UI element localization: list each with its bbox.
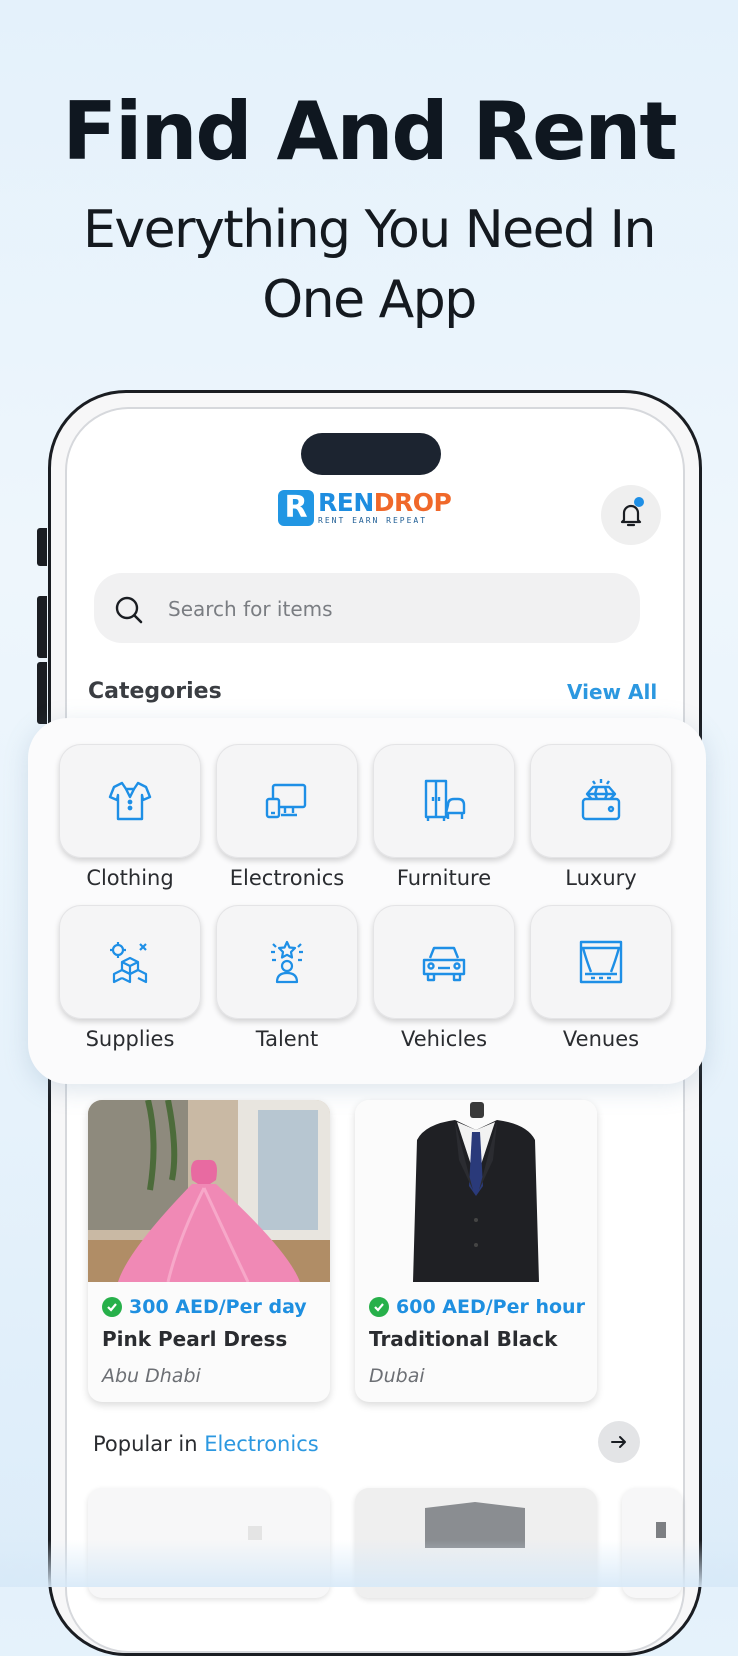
logo-mark: R <box>278 490 314 526</box>
dynamic-island <box>301 433 441 475</box>
category-tile[interactable] <box>216 744 358 858</box>
hero-subtitle: Everything You Need In One App <box>0 195 738 335</box>
hero-title: Find And Rent <box>62 85 677 178</box>
search-input[interactable]: Search for items <box>94 573 640 643</box>
category-label: Clothing <box>86 866 174 890</box>
listing-price: 600 AED/Per hour <box>369 1296 585 1318</box>
phone-volume-up-button <box>37 596 47 658</box>
search-icon <box>115 596 143 624</box>
verified-check-icon <box>369 1297 389 1317</box>
listing-price: 300 AED/Per day <box>102 1296 307 1318</box>
notifications-button[interactable] <box>601 485 661 545</box>
category-tile[interactable] <box>373 744 515 858</box>
listing-location: Abu Dhabi <box>102 1365 201 1387</box>
logo-name-part-a: REN <box>318 488 374 517</box>
listing-card[interactable]: 600 AED/Per hour Traditional Black Dubai <box>355 1100 597 1402</box>
popular-section-title: Popular in Electronics <box>93 1432 319 1456</box>
talent-icon <box>271 940 303 984</box>
app-logo: R RENDROP RENT EARN REPEAT <box>278 488 452 530</box>
arrow-right-icon <box>611 1436 626 1448</box>
hero-subtitle-line-2: One App <box>262 270 477 330</box>
logo-text: RENDROP RENT EARN REPEAT <box>318 488 452 526</box>
notification-dot <box>634 497 644 507</box>
category-tile[interactable] <box>530 744 672 858</box>
devices-icon <box>265 783 307 819</box>
diamond-icon <box>581 779 621 821</box>
popular-prefix: Popular in <box>93 1432 205 1456</box>
listing-image-pink-dress <box>88 1100 330 1282</box>
category-clothing[interactable]: Clothing <box>59 744 201 890</box>
category-electronics[interactable]: Electronics <box>216 744 358 890</box>
view-all-link[interactable]: View All <box>567 680 657 704</box>
bottom-fade <box>0 1540 738 1587</box>
phone-volume-down-button <box>37 662 47 724</box>
stage-icon <box>579 940 623 984</box>
popular-see-more-button[interactable] <box>598 1421 640 1463</box>
listing-price-text: 300 AED/Per day <box>129 1296 307 1318</box>
category-label: Furniture <box>396 866 492 890</box>
listing-image-black-suit <box>355 1100 597 1282</box>
hero-subtitle-line-1: Everything You Need In <box>83 200 656 260</box>
logo-name: RENDROP <box>318 488 452 517</box>
category-label: Talent <box>255 1027 319 1051</box>
car-icon <box>422 946 466 982</box>
listing-card[interactable]: 300 AED/Per day Pink Pearl Dress Abu Dha… <box>88 1100 330 1402</box>
logo-name-part-b: DROP <box>373 488 452 517</box>
popular-category: Electronics <box>204 1432 319 1456</box>
phone-side-button <box>37 528 47 566</box>
shirt-icon <box>108 781 152 821</box>
categories-title: Categories <box>88 679 222 704</box>
category-talent[interactable]: Talent <box>216 905 358 1051</box>
category-tile[interactable] <box>59 744 201 858</box>
category-label: Venues <box>562 1027 640 1051</box>
listing-location: Dubai <box>369 1365 425 1387</box>
category-label: Luxury <box>565 866 637 890</box>
category-venues[interactable]: Venues <box>530 905 672 1051</box>
logo-tagline: RENT EARN REPEAT <box>318 516 428 525</box>
boxes-icon <box>110 942 148 984</box>
category-label: Vehicles <box>400 1027 488 1051</box>
category-tile[interactable] <box>59 905 201 1019</box>
furniture-icon <box>424 779 466 821</box>
category-vehicles[interactable]: Vehicles <box>373 905 515 1051</box>
category-tile[interactable] <box>530 905 672 1019</box>
category-label: Supplies <box>85 1027 175 1051</box>
listing-price-text: 600 AED/Per hour <box>396 1296 585 1318</box>
category-tile[interactable] <box>373 905 515 1019</box>
category-supplies[interactable]: Supplies <box>59 905 201 1051</box>
search-placeholder: Search for items <box>168 597 333 621</box>
category-luxury[interactable]: Luxury <box>530 744 672 890</box>
category-tile[interactable] <box>216 905 358 1019</box>
listing-title: Pink Pearl Dress <box>102 1327 288 1351</box>
verified-check-icon <box>102 1297 122 1317</box>
category-label: Electronics <box>229 866 345 890</box>
listing-title: Traditional Black <box>369 1327 558 1351</box>
category-furniture[interactable]: Furniture <box>373 744 515 890</box>
